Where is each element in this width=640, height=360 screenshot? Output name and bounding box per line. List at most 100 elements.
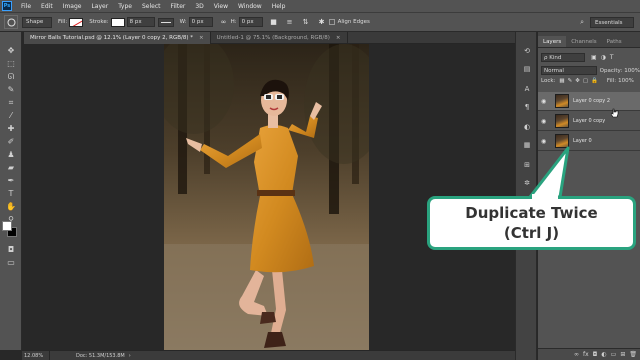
path-operations-icon[interactable]: ■ [269, 17, 279, 27]
lock-move-icon[interactable]: ✥ [575, 78, 580, 84]
tab-untitled-1[interactable]: Untitled-1 @ 75.1% (Background, RGB/8) × [211, 32, 348, 44]
fx-icon[interactable]: fx [583, 351, 589, 358]
stroke-swatch[interactable] [110, 17, 125, 27]
new-layer-icon[interactable]: ⊞ [620, 351, 625, 358]
callout-box: Duplicate Twice (Ctrl J) [427, 196, 636, 250]
filter-type-icon[interactable]: T [610, 54, 614, 61]
shape-tool-preset[interactable] [4, 15, 18, 29]
close-icon[interactable]: × [336, 35, 341, 41]
link-icon[interactable]: ∞ [219, 17, 229, 27]
doc-size: Doc: 51.3M/153.8M [76, 352, 125, 359]
document-photo[interactable] [164, 44, 369, 350]
kind-filter-select[interactable]: ρ Kind [541, 53, 585, 62]
lock-all-icon[interactable]: 🔒 [591, 78, 598, 84]
layer-thumbnail [555, 94, 569, 108]
folder-icon[interactable]: ▭ [611, 351, 617, 358]
filter-adjust-icon[interactable]: ◑ [601, 54, 606, 61]
healing-brush-tool-icon[interactable]: ✚ [5, 124, 17, 134]
visibility-eye-icon[interactable]: ◉ [541, 98, 549, 105]
history-icon[interactable]: ⟲ [522, 46, 532, 56]
tab-channels[interactable]: Channels [566, 36, 601, 47]
blend-row: Normal Opacity: 100% [538, 66, 640, 75]
marquee-tool-icon[interactable]: ⬚ [5, 59, 17, 69]
layer-name[interactable]: Layer 0 copy 2 [573, 98, 610, 104]
menu-view[interactable]: View [209, 3, 233, 10]
clone-stamp-tool-icon[interactable]: ♟ [5, 150, 17, 160]
adjustments-icon[interactable]: ◐ [522, 122, 532, 132]
layer-row[interactable]: ◉ Layer 0 copy 2 [538, 92, 640, 111]
lock-pixels-icon[interactable]: ▦ [559, 78, 564, 84]
menu-3d[interactable]: 3D [190, 3, 208, 10]
align-edges-checkbox[interactable] [328, 19, 335, 25]
menu-image[interactable]: Image [58, 3, 87, 10]
gear-icon[interactable]: ✱ [317, 17, 327, 27]
fill-label: Fill: [606, 78, 617, 84]
hand-tool-icon[interactable]: ✋ [5, 202, 17, 212]
workspace-select[interactable]: Essentials [590, 17, 634, 28]
lock-row: Lock: ▦ ✎ ✥ ▢ 🔒 Fill: 100% [538, 78, 640, 84]
lock-paint-icon[interactable]: ✎ [568, 78, 573, 84]
menu-filter[interactable]: Filter [166, 3, 191, 10]
blend-mode-value: Normal [544, 67, 564, 74]
libraries-icon[interactable]: ⊞ [522, 160, 532, 170]
tab-label: Mirror Balls Tutorial.psd @ 12.1% (Layer… [30, 35, 194, 41]
type-tool-icon[interactable]: T [5, 189, 17, 199]
eraser-tool-icon[interactable]: ▰ [5, 163, 17, 173]
screen-mode-icon[interactable]: ▭ [5, 258, 17, 268]
menu-help[interactable]: Help [267, 3, 291, 10]
move-tool-icon[interactable]: ✥ [5, 46, 17, 56]
tab-mirror-balls[interactable]: Mirror Balls Tutorial.psd @ 12.1% (Layer… [24, 32, 211, 44]
character-icon[interactable]: A [522, 84, 532, 94]
quick-select-tool-icon[interactable]: ✎ [5, 85, 17, 95]
quick-mask-icon[interactable]: ◘ [5, 245, 17, 255]
stroke-type-select[interactable] [157, 17, 174, 27]
tab-paths[interactable]: Paths [602, 36, 627, 47]
menu-select[interactable]: Select [137, 3, 166, 10]
blend-mode-select[interactable]: Normal [541, 66, 597, 75]
menu-layer[interactable]: Layer [86, 3, 113, 10]
width-input[interactable]: 0 px [188, 17, 213, 27]
opacity-value[interactable]: 100% [624, 68, 640, 74]
layer-row[interactable]: ◉ Layer 0 copy [538, 112, 640, 131]
visibility-eye-icon[interactable]: ◉ [541, 138, 549, 145]
callout-line-2: (Ctrl J) [503, 224, 560, 242]
path-arrangement-icon[interactable]: ⇅ [301, 17, 311, 27]
tab-layers[interactable]: Layers [538, 36, 567, 47]
height-input[interactable]: 0 px [238, 17, 263, 27]
foreground-color-swatch[interactable] [2, 221, 12, 231]
swatches-icon[interactable]: ▦ [522, 140, 532, 150]
filter-image-icon[interactable]: ▣ [591, 54, 597, 61]
visibility-eye-icon[interactable]: ◉ [541, 118, 549, 125]
menu-type[interactable]: Type [113, 3, 137, 10]
pen-tool-icon[interactable]: ✒ [5, 176, 17, 186]
fill-value[interactable]: 100% [618, 78, 634, 84]
properties-icon[interactable]: ▤ [522, 64, 532, 74]
adjustment-layer-icon[interactable]: ◐ [601, 351, 606, 358]
paragraph-icon[interactable]: ¶ [522, 102, 532, 112]
menu-edit[interactable]: Edit [36, 3, 58, 10]
tool-mode-select[interactable]: Shape [22, 16, 52, 28]
link-layers-icon[interactable]: ∞ [574, 351, 579, 358]
mask-icon[interactable]: ◘ [593, 351, 598, 358]
width-label: W: [179, 19, 187, 25]
zoom-level[interactable]: 12.08% [24, 350, 50, 360]
brush-tool-icon[interactable]: ✐ [5, 137, 17, 147]
layer-row[interactable]: ◉ Layer 0 [538, 132, 640, 151]
trash-icon[interactable]: 🗑 [629, 351, 637, 358]
eyedropper-tool-icon[interactable]: ⁄ [5, 111, 17, 121]
layer-name[interactable]: Layer 0 copy [573, 118, 605, 124]
crop-tool-icon[interactable]: ⌗ [5, 98, 17, 108]
layer-name[interactable]: Layer 0 [573, 138, 592, 144]
search-icon[interactable]: ⌕ [580, 18, 584, 27]
fill-swatch[interactable] [69, 17, 84, 27]
path-alignment-icon[interactable]: ≡ [285, 17, 295, 27]
menu-file[interactable]: File [16, 3, 36, 10]
stroke-width-value: 8 px [129, 19, 142, 25]
styles-icon[interactable]: ✲ [522, 178, 532, 188]
close-icon[interactable]: × [199, 35, 204, 41]
lock-artboard-icon[interactable]: ▢ [583, 78, 588, 84]
status-menu-arrow[interactable]: › [129, 353, 131, 359]
lasso-tool-icon[interactable]: ᘏ [5, 72, 17, 82]
stroke-width-input[interactable]: 8 px [126, 17, 155, 27]
menu-window[interactable]: Window [233, 3, 267, 10]
